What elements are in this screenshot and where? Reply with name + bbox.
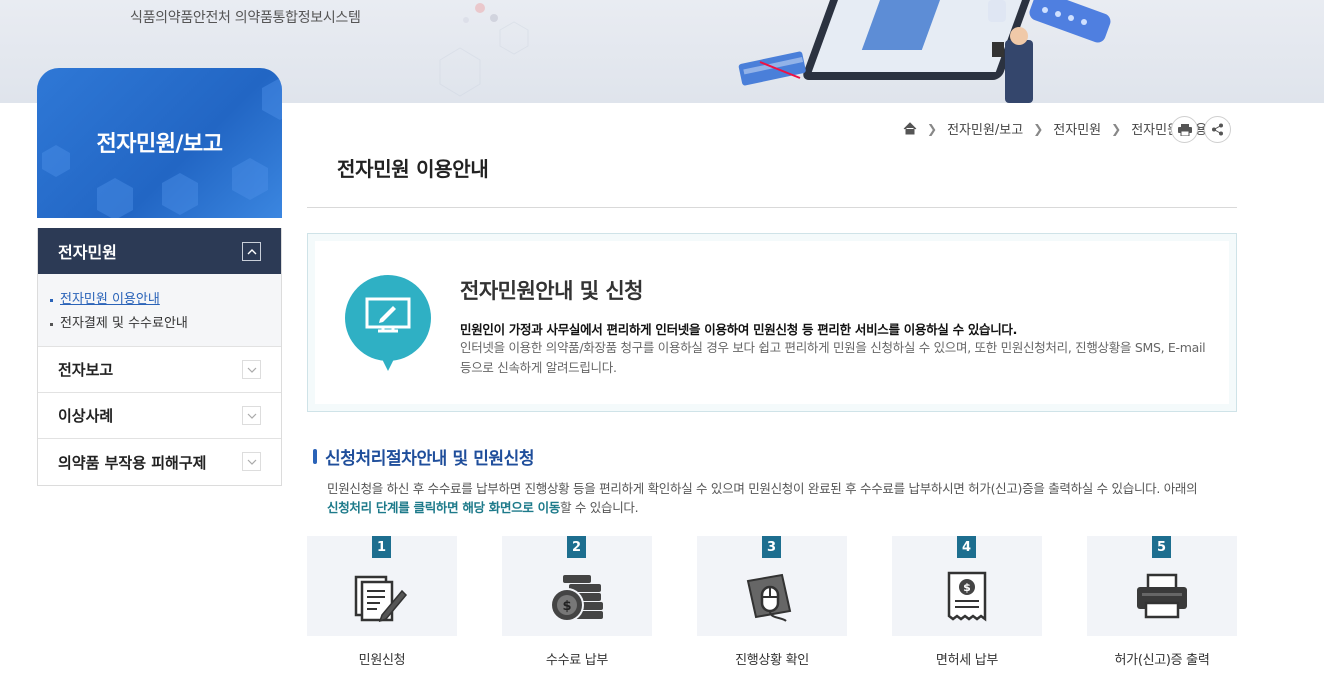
document-pen-icon bbox=[354, 575, 408, 623]
submenu-item-payment-guide[interactable]: 전자결제 및 수수료안내 bbox=[50, 312, 281, 336]
step-label: 면허세 납부 bbox=[935, 653, 999, 668]
banner-subtitle: 식품의약품안전처 의약품통합정보시스템 bbox=[130, 10, 361, 26]
receipt-icon: $ bbox=[947, 571, 987, 622]
chevron-right-icon: ❯ bbox=[1111, 121, 1122, 136]
step-license-tax[interactable]: 4 $ 면허세 납부 bbox=[892, 536, 1042, 668]
section-description: 민원신청을 하신 후 수수료를 납부하면 진행상황 등을 편리하게 확인하실 수… bbox=[327, 479, 1247, 517]
submenu-label: 전자민원 이용안내 bbox=[60, 292, 160, 307]
breadcrumb-item[interactable]: 전자민원 bbox=[1053, 119, 1101, 138]
step-label: 수수료 납부 bbox=[545, 653, 609, 668]
breadcrumb-item[interactable]: 전자민원/보고 bbox=[947, 119, 1023, 138]
chevron-down-icon[interactable] bbox=[242, 406, 261, 425]
monitor-icon bbox=[345, 275, 431, 371]
share-icon bbox=[1212, 123, 1223, 136]
info-box: 전자민원안내 및 신청 민원인이 가정과 사무실에서 편리하게 인터넷을 이용하… bbox=[307, 233, 1237, 412]
menu-label: 전자보고 bbox=[58, 361, 114, 379]
chevron-down-icon[interactable] bbox=[242, 452, 261, 471]
step-number: 3 bbox=[762, 536, 781, 558]
printer-icon bbox=[1137, 573, 1187, 619]
step-progress-check[interactable]: 3 진행상황 확인 bbox=[697, 536, 847, 668]
bullet-icon bbox=[50, 298, 53, 302]
chevron-up-icon[interactable] bbox=[242, 242, 261, 261]
info-text: 인터넷을 이용한 의약품/화장품 청구를 이용하실 경우 보다 쉽고 편리하게 … bbox=[460, 340, 1206, 375]
section-desc-bold: 신청처리 단계를 클릭하면 해당 화면으로 이동 bbox=[327, 500, 561, 515]
side-menu: 전자민원 전자민원 이용안내 전자결제 및 수수료안내 전자보고 이상사례 의약… bbox=[37, 228, 282, 486]
mouse-icon bbox=[746, 573, 792, 622]
sidebar-title: 전자민원/보고 bbox=[96, 132, 223, 157]
svg-text:$: $ bbox=[963, 581, 971, 594]
menu-label: 의약품 부작용 피해구제 bbox=[58, 453, 207, 472]
step-number: 5 bbox=[1152, 536, 1171, 558]
step-number: 4 bbox=[957, 536, 976, 558]
section-title: 신청처리절차안내 및 민원신청 bbox=[313, 444, 535, 469]
page-title: 전자민원 이용안내 bbox=[337, 157, 489, 181]
title-bar-icon bbox=[313, 449, 317, 464]
share-button[interactable] bbox=[1204, 116, 1231, 143]
submenu-label: 전자결제 및 수수료안내 bbox=[60, 316, 188, 331]
step-number: 1 bbox=[372, 536, 391, 558]
step-number: 2 bbox=[567, 536, 586, 558]
chevron-right-icon: ❯ bbox=[1033, 121, 1044, 136]
step-fee-payment[interactable]: 2 $ 수수료 납부 bbox=[502, 536, 652, 668]
home-icon[interactable] bbox=[903, 122, 917, 135]
banner-illustration bbox=[738, 0, 1111, 103]
section-title-text: 신청처리절차안내 및 민원신청 bbox=[325, 449, 535, 469]
chevron-right-icon: ❯ bbox=[927, 121, 938, 136]
info-title: 전자민원안내 및 신청 bbox=[460, 279, 644, 303]
submenu-item-usage-guide[interactable]: 전자민원 이용안내 bbox=[50, 288, 281, 312]
menu-side-effect-relief[interactable]: 의약품 부작용 피해구제 bbox=[38, 439, 281, 485]
menu-electronic-report[interactable]: 전자보고 bbox=[38, 347, 281, 393]
step-civil-application[interactable]: 1 민원신청 bbox=[307, 536, 457, 668]
section-desc-part1: 민원신청을 하신 후 수수료를 납부하면 진행상황 등을 편리하게 확인하실 수… bbox=[327, 481, 1198, 496]
menu-adverse-events[interactable]: 이상사례 bbox=[38, 393, 281, 439]
coins-icon: $ bbox=[550, 575, 603, 622]
menu-label: 이상사례 bbox=[58, 407, 114, 425]
info-bold-text: 민원인이 가정과 사무실에서 편리하게 인터넷을 이용하여 민원신청 등 편리한… bbox=[460, 322, 1018, 337]
step-label: 진행상황 확인 bbox=[735, 653, 809, 668]
section-desc-part2: 할 수 있습니다. bbox=[560, 500, 639, 515]
menu-label: 전자민원 bbox=[58, 243, 117, 262]
divider bbox=[307, 207, 1237, 208]
svg-text:$: $ bbox=[562, 599, 571, 614]
step-label: 민원신청 bbox=[358, 653, 406, 668]
printer-icon bbox=[1177, 123, 1192, 136]
menu-electronic-civil[interactable]: 전자민원 bbox=[38, 228, 281, 274]
sidebar-hero: 전자민원/보고 bbox=[37, 68, 282, 218]
bullet-icon bbox=[50, 322, 53, 326]
chevron-down-icon[interactable] bbox=[242, 360, 261, 379]
print-button[interactable] bbox=[1171, 116, 1198, 143]
step-label: 허가(신고)증 출력 bbox=[1114, 653, 1210, 668]
step-permit-print[interactable]: 5 허가(신고)증 출력 bbox=[1087, 536, 1237, 668]
submenu-list: 전자민원 이용안내 전자결제 및 수수료안내 bbox=[38, 274, 281, 347]
